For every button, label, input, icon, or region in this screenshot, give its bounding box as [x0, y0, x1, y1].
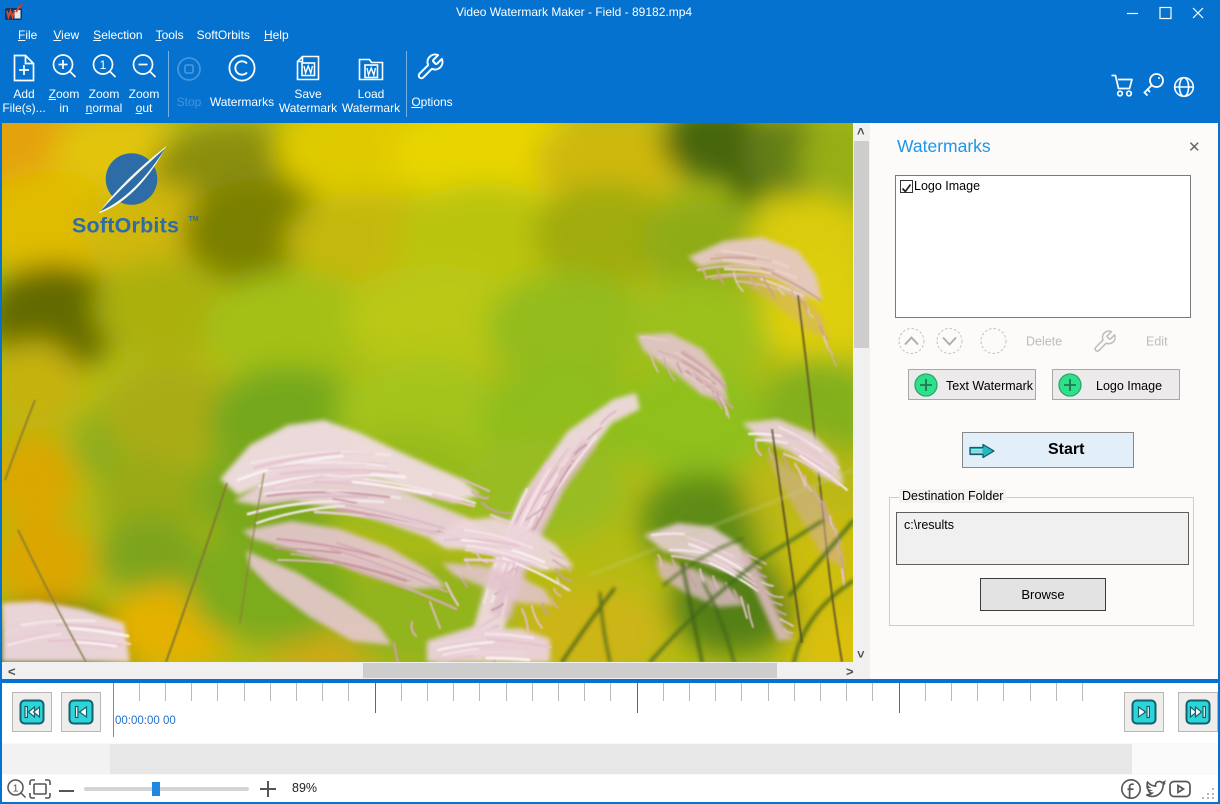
svg-text:Edit: Edit: [1146, 335, 1168, 349]
svg-text:1: 1: [13, 783, 19, 795]
svg-text:1: 1: [100, 58, 107, 72]
svg-text:SoftOrbits: SoftOrbits: [72, 214, 179, 238]
svg-text:TM: TM: [189, 216, 199, 223]
svg-text:Delete: Delete: [1026, 335, 1062, 349]
